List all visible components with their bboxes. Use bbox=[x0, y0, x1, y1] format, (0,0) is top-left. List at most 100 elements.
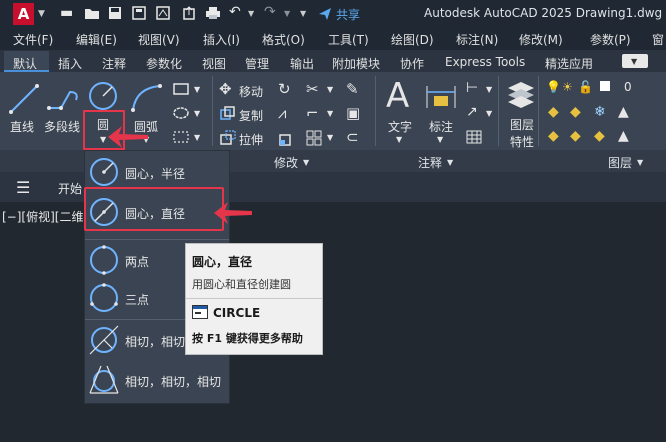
menu-dimension[interactable]: 标注(N) bbox=[456, 31, 498, 48]
scale-icon[interactable] bbox=[279, 130, 295, 146]
lightbulb-icon[interactable]: 💡 bbox=[546, 80, 561, 94]
text-button-label[interactable]: 文字 bbox=[388, 118, 412, 135]
menu-view[interactable]: 视图(V) bbox=[138, 31, 180, 48]
chevron-down-icon[interactable]: ▼ bbox=[486, 85, 492, 94]
chevron-down-icon[interactable]: ▼ bbox=[38, 9, 45, 19]
unlock-icon[interactable]: 🔓 bbox=[578, 80, 593, 94]
copy-icon[interactable] bbox=[220, 106, 236, 122]
menu-format[interactable]: 格式(O) bbox=[262, 31, 305, 48]
arc-icon[interactable] bbox=[130, 82, 164, 114]
layer-lock-icon[interactable]: ▲ bbox=[618, 104, 629, 120]
line-button-label[interactable]: 直线 bbox=[10, 118, 34, 135]
offset-icon[interactable]: ⊂ bbox=[346, 128, 359, 146]
share-icon[interactable] bbox=[318, 7, 332, 21]
start-tab[interactable]: 开始 bbox=[58, 180, 82, 197]
polyline-icon[interactable] bbox=[46, 84, 82, 114]
layer-freeze-icon[interactable]: ❄ bbox=[594, 104, 606, 120]
layer-state-icon[interactable]: ▲ bbox=[618, 128, 629, 144]
chevron-down-icon[interactable]: ▼ bbox=[194, 109, 200, 118]
layer-current-icon[interactable]: ◆ bbox=[548, 128, 559, 144]
fillet-icon[interactable]: ⌐ bbox=[306, 104, 319, 122]
stretch-icon[interactable] bbox=[220, 130, 236, 146]
leader-icon[interactable]: ↗ bbox=[466, 104, 478, 120]
rectangle-icon[interactable] bbox=[172, 82, 190, 96]
tab-parametric[interactable]: 参数化 bbox=[146, 55, 182, 72]
layer-properties-label-1[interactable]: 图层 bbox=[510, 116, 534, 133]
share-button[interactable]: 共享 bbox=[336, 6, 360, 23]
layer-walk-icon[interactable]: ◆ bbox=[594, 128, 605, 144]
chevron-down-icon[interactable]: ▼ bbox=[284, 9, 290, 18]
open-folder-icon[interactable] bbox=[84, 6, 100, 20]
chevron-down-icon[interactable]: ▼ bbox=[637, 158, 643, 167]
mirror-icon[interactable]: ⩘ bbox=[278, 104, 286, 122]
erase-icon[interactable]: ✎ bbox=[346, 80, 359, 98]
chevron-down-icon[interactable]: ▼ bbox=[300, 9, 306, 18]
layer-properties-icon[interactable] bbox=[506, 80, 536, 112]
menu-tools[interactable]: 工具(T) bbox=[328, 31, 369, 48]
plot-icon[interactable] bbox=[156, 6, 170, 20]
chevron-down-icon[interactable]: ▼ bbox=[437, 135, 443, 144]
chevron-down-icon[interactable]: ▼ bbox=[248, 9, 254, 18]
tab-featured-apps[interactable]: 精选应用 bbox=[545, 55, 593, 72]
layer-off-icon[interactable]: ◆ bbox=[570, 128, 581, 144]
explode-icon[interactable]: ▣ bbox=[346, 104, 360, 122]
array-icon[interactable] bbox=[306, 130, 322, 146]
tab-manage[interactable]: 管理 bbox=[245, 55, 269, 72]
modify-panel-title[interactable]: 修改 bbox=[274, 154, 298, 171]
trim-icon[interactable]: ✂ bbox=[306, 80, 319, 98]
chevron-down-icon[interactable]: ▼ bbox=[303, 158, 309, 167]
chevron-down-icon[interactable]: ▼ bbox=[447, 158, 453, 167]
dimension-icon[interactable] bbox=[424, 82, 458, 112]
sun-icon[interactable]: ☀ bbox=[562, 80, 573, 94]
chevron-down-icon[interactable]: ▼ bbox=[327, 109, 333, 118]
layer-match-icon[interactable]: ◆ bbox=[548, 104, 559, 120]
chevron-down-icon[interactable]: ▼ bbox=[194, 85, 200, 94]
tab-annotate[interactable]: 注释 bbox=[102, 55, 126, 72]
chevron-down-icon[interactable]: ▼ bbox=[396, 135, 402, 144]
new-file-icon[interactable]: ▬ bbox=[60, 5, 73, 21]
autocad-logo[interactable]: A bbox=[13, 3, 34, 25]
redo-icon[interactable]: ↷ bbox=[264, 4, 276, 20]
chevron-down-icon[interactable]: ▼ bbox=[194, 133, 200, 142]
polyline-button-label[interactable]: 多段线 bbox=[44, 118, 80, 135]
copy-button[interactable]: 复制 bbox=[239, 107, 263, 124]
tab-output[interactable]: 输出 bbox=[290, 55, 314, 72]
menu-item-tan-tan-tan[interactable]: 相切，相切，相切 bbox=[85, 361, 229, 401]
ellipse-icon[interactable] bbox=[172, 106, 190, 120]
print-icon[interactable] bbox=[205, 6, 221, 20]
linear-dimension-icon[interactable]: ⊢ bbox=[466, 80, 478, 96]
layer-isolate-icon[interactable]: ◆ bbox=[570, 104, 581, 120]
stretch-button[interactable]: 拉伸 bbox=[239, 131, 263, 148]
save-icon[interactable] bbox=[108, 6, 122, 20]
move-icon[interactable]: ✥ bbox=[219, 80, 232, 98]
current-layer[interactable]: 0 bbox=[624, 80, 632, 94]
upload-icon[interactable] bbox=[182, 6, 196, 20]
move-button[interactable]: 移动 bbox=[239, 83, 263, 100]
chevron-down-icon[interactable]: ▼ bbox=[486, 109, 492, 118]
dimension-button-label[interactable]: 标注 bbox=[429, 118, 453, 135]
hatch-icon[interactable] bbox=[172, 130, 190, 144]
chevron-down-icon[interactable]: ▼ bbox=[327, 133, 333, 142]
table-icon[interactable] bbox=[466, 130, 482, 144]
tab-default[interactable]: 默认 bbox=[13, 55, 37, 72]
tab-express-tools[interactable]: Express Tools bbox=[445, 55, 525, 69]
line-icon[interactable] bbox=[8, 82, 40, 116]
tab-addins[interactable]: 附加模块 bbox=[332, 55, 380, 72]
circle-icon[interactable] bbox=[87, 80, 119, 112]
hamburger-menu-icon[interactable]: ☰ bbox=[16, 178, 30, 197]
menu-parameter[interactable]: 参数(P) bbox=[590, 31, 631, 48]
menu-window[interactable]: 窗 bbox=[652, 31, 664, 48]
layers-panel-title[interactable]: 图层 bbox=[608, 154, 632, 171]
tab-view[interactable]: 视图 bbox=[202, 55, 226, 72]
viewport-controls[interactable]: [−][俯视][二维 bbox=[2, 208, 83, 225]
tab-insert[interactable]: 插入 bbox=[58, 55, 82, 72]
rotate-icon[interactable]: ↻ bbox=[278, 80, 291, 98]
annotation-panel-title[interactable]: 注释 bbox=[418, 154, 442, 171]
menu-draw[interactable]: 绘图(D) bbox=[391, 31, 434, 48]
save-as-icon[interactable] bbox=[132, 6, 146, 20]
tab-collaborate[interactable]: 协作 bbox=[400, 55, 424, 72]
chevron-down-icon[interactable]: ▼ bbox=[327, 85, 333, 94]
menu-insert[interactable]: 插入(I) bbox=[203, 31, 240, 48]
text-icon[interactable]: A bbox=[386, 76, 409, 116]
undo-icon[interactable]: ↶ bbox=[229, 4, 241, 20]
